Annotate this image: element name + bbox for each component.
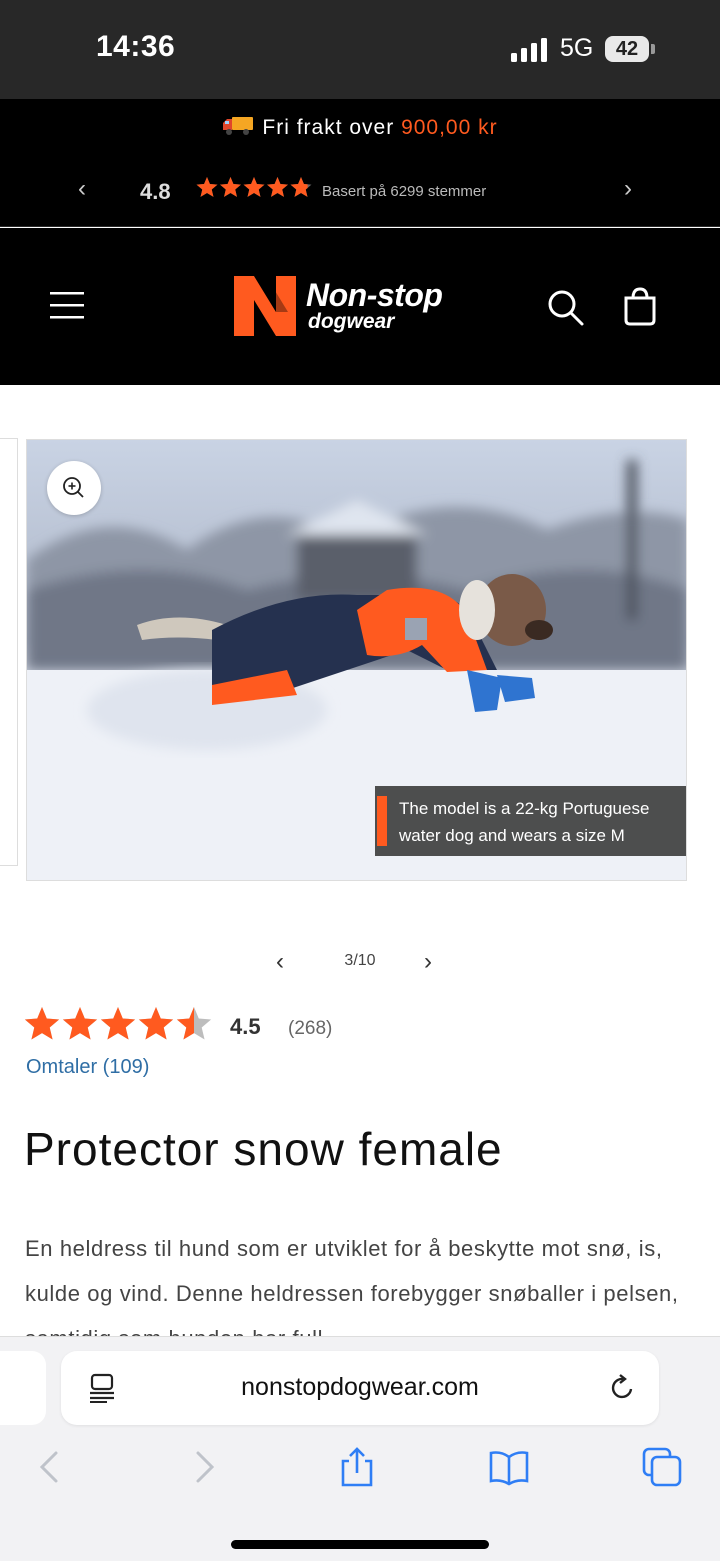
- logo-line2: dogwear: [308, 310, 395, 333]
- free-shipping-banner: Fri frakt over 900,00 kr: [0, 115, 720, 140]
- search-icon[interactable]: [546, 288, 586, 328]
- product-rating: 4.5: [230, 1014, 261, 1039]
- star-icon: [62, 1007, 98, 1040]
- caption-accent: [377, 796, 387, 846]
- store-rating-row: ‹ 4.8 Basert på 6299 stemmer ›: [0, 171, 720, 211]
- star-icon: [267, 177, 288, 197]
- star-icon: [196, 177, 218, 197]
- home-indicator: [231, 1540, 489, 1549]
- reload-icon[interactable]: [609, 1373, 637, 1403]
- back-icon[interactable]: [30, 1447, 70, 1487]
- star-icon: [24, 1007, 60, 1040]
- signal-icon: [511, 38, 547, 62]
- status-bar: 14:36 5G 42: [0, 0, 720, 99]
- tabs-icon[interactable]: [642, 1447, 682, 1487]
- rating-count: (268): [288, 1018, 333, 1039]
- logo-text: Non-stop dogwear: [306, 277, 443, 333]
- store-stars: [196, 177, 312, 197]
- gallery-pager: ‹ 3/10 ›: [0, 948, 720, 978]
- bookmarks-icon[interactable]: [489, 1447, 529, 1487]
- chevron-right-icon[interactable]: ›: [624, 175, 632, 203]
- previous-image-button[interactable]: ‹: [276, 948, 284, 976]
- image-counter: 3/10: [344, 952, 376, 969]
- next-image-button[interactable]: ›: [424, 948, 432, 976]
- truck-icon: [223, 117, 254, 135]
- chevron-left-icon[interactable]: ‹: [78, 175, 86, 203]
- forward-icon[interactable]: [184, 1447, 224, 1487]
- battery-tip: [651, 44, 655, 54]
- address-bar[interactable]: nonstopdogwear.com: [61, 1351, 659, 1425]
- promo-bar: Fri frakt over 900,00 kr ‹ 4.8 Basert på…: [0, 99, 720, 227]
- cart-icon[interactable]: [620, 286, 660, 326]
- logo-line1: Non-stop: [306, 277, 443, 313]
- site-header: Non-stop dogwear: [0, 228, 720, 385]
- star-icon: [138, 1007, 174, 1040]
- previous-tab-peek[interactable]: [0, 1351, 46, 1425]
- star-icon: [243, 177, 265, 197]
- shipping-amount: 900,00 kr: [401, 116, 498, 139]
- status-time: 14:36: [96, 30, 176, 63]
- product-stars: [24, 1007, 212, 1040]
- image-caption: The model is a 22-kg Portuguese water do…: [375, 786, 686, 856]
- store-rating: 4.8: [140, 179, 171, 204]
- share-icon[interactable]: [337, 1447, 377, 1487]
- network-type: 5G: [560, 34, 594, 62]
- product-description: En heldress til hund som er utviklet for…: [25, 1236, 679, 1336]
- store-votes: Basert på 6299 stemmer: [322, 183, 487, 200]
- zoom-button[interactable]: [47, 461, 101, 515]
- zoom-in-icon: [63, 477, 84, 498]
- star-icon: [220, 177, 241, 197]
- battery-icon: 42: [605, 36, 649, 62]
- browser-toolbar: nonstopdogwear.com: [0, 1336, 720, 1561]
- star-icon: [100, 1007, 136, 1040]
- url-text: nonstopdogwear.com: [241, 1373, 479, 1401]
- product-title: Protector snow female: [24, 1123, 503, 1175]
- caption-text: The model is a 22-kg Portuguese water do…: [399, 799, 650, 845]
- previous-slide-peek[interactable]: [0, 438, 18, 866]
- reviews-link[interactable]: Omtaler (109): [26, 1056, 149, 1079]
- menu-icon[interactable]: [50, 290, 84, 320]
- shipping-text: Fri frakt over: [262, 116, 402, 139]
